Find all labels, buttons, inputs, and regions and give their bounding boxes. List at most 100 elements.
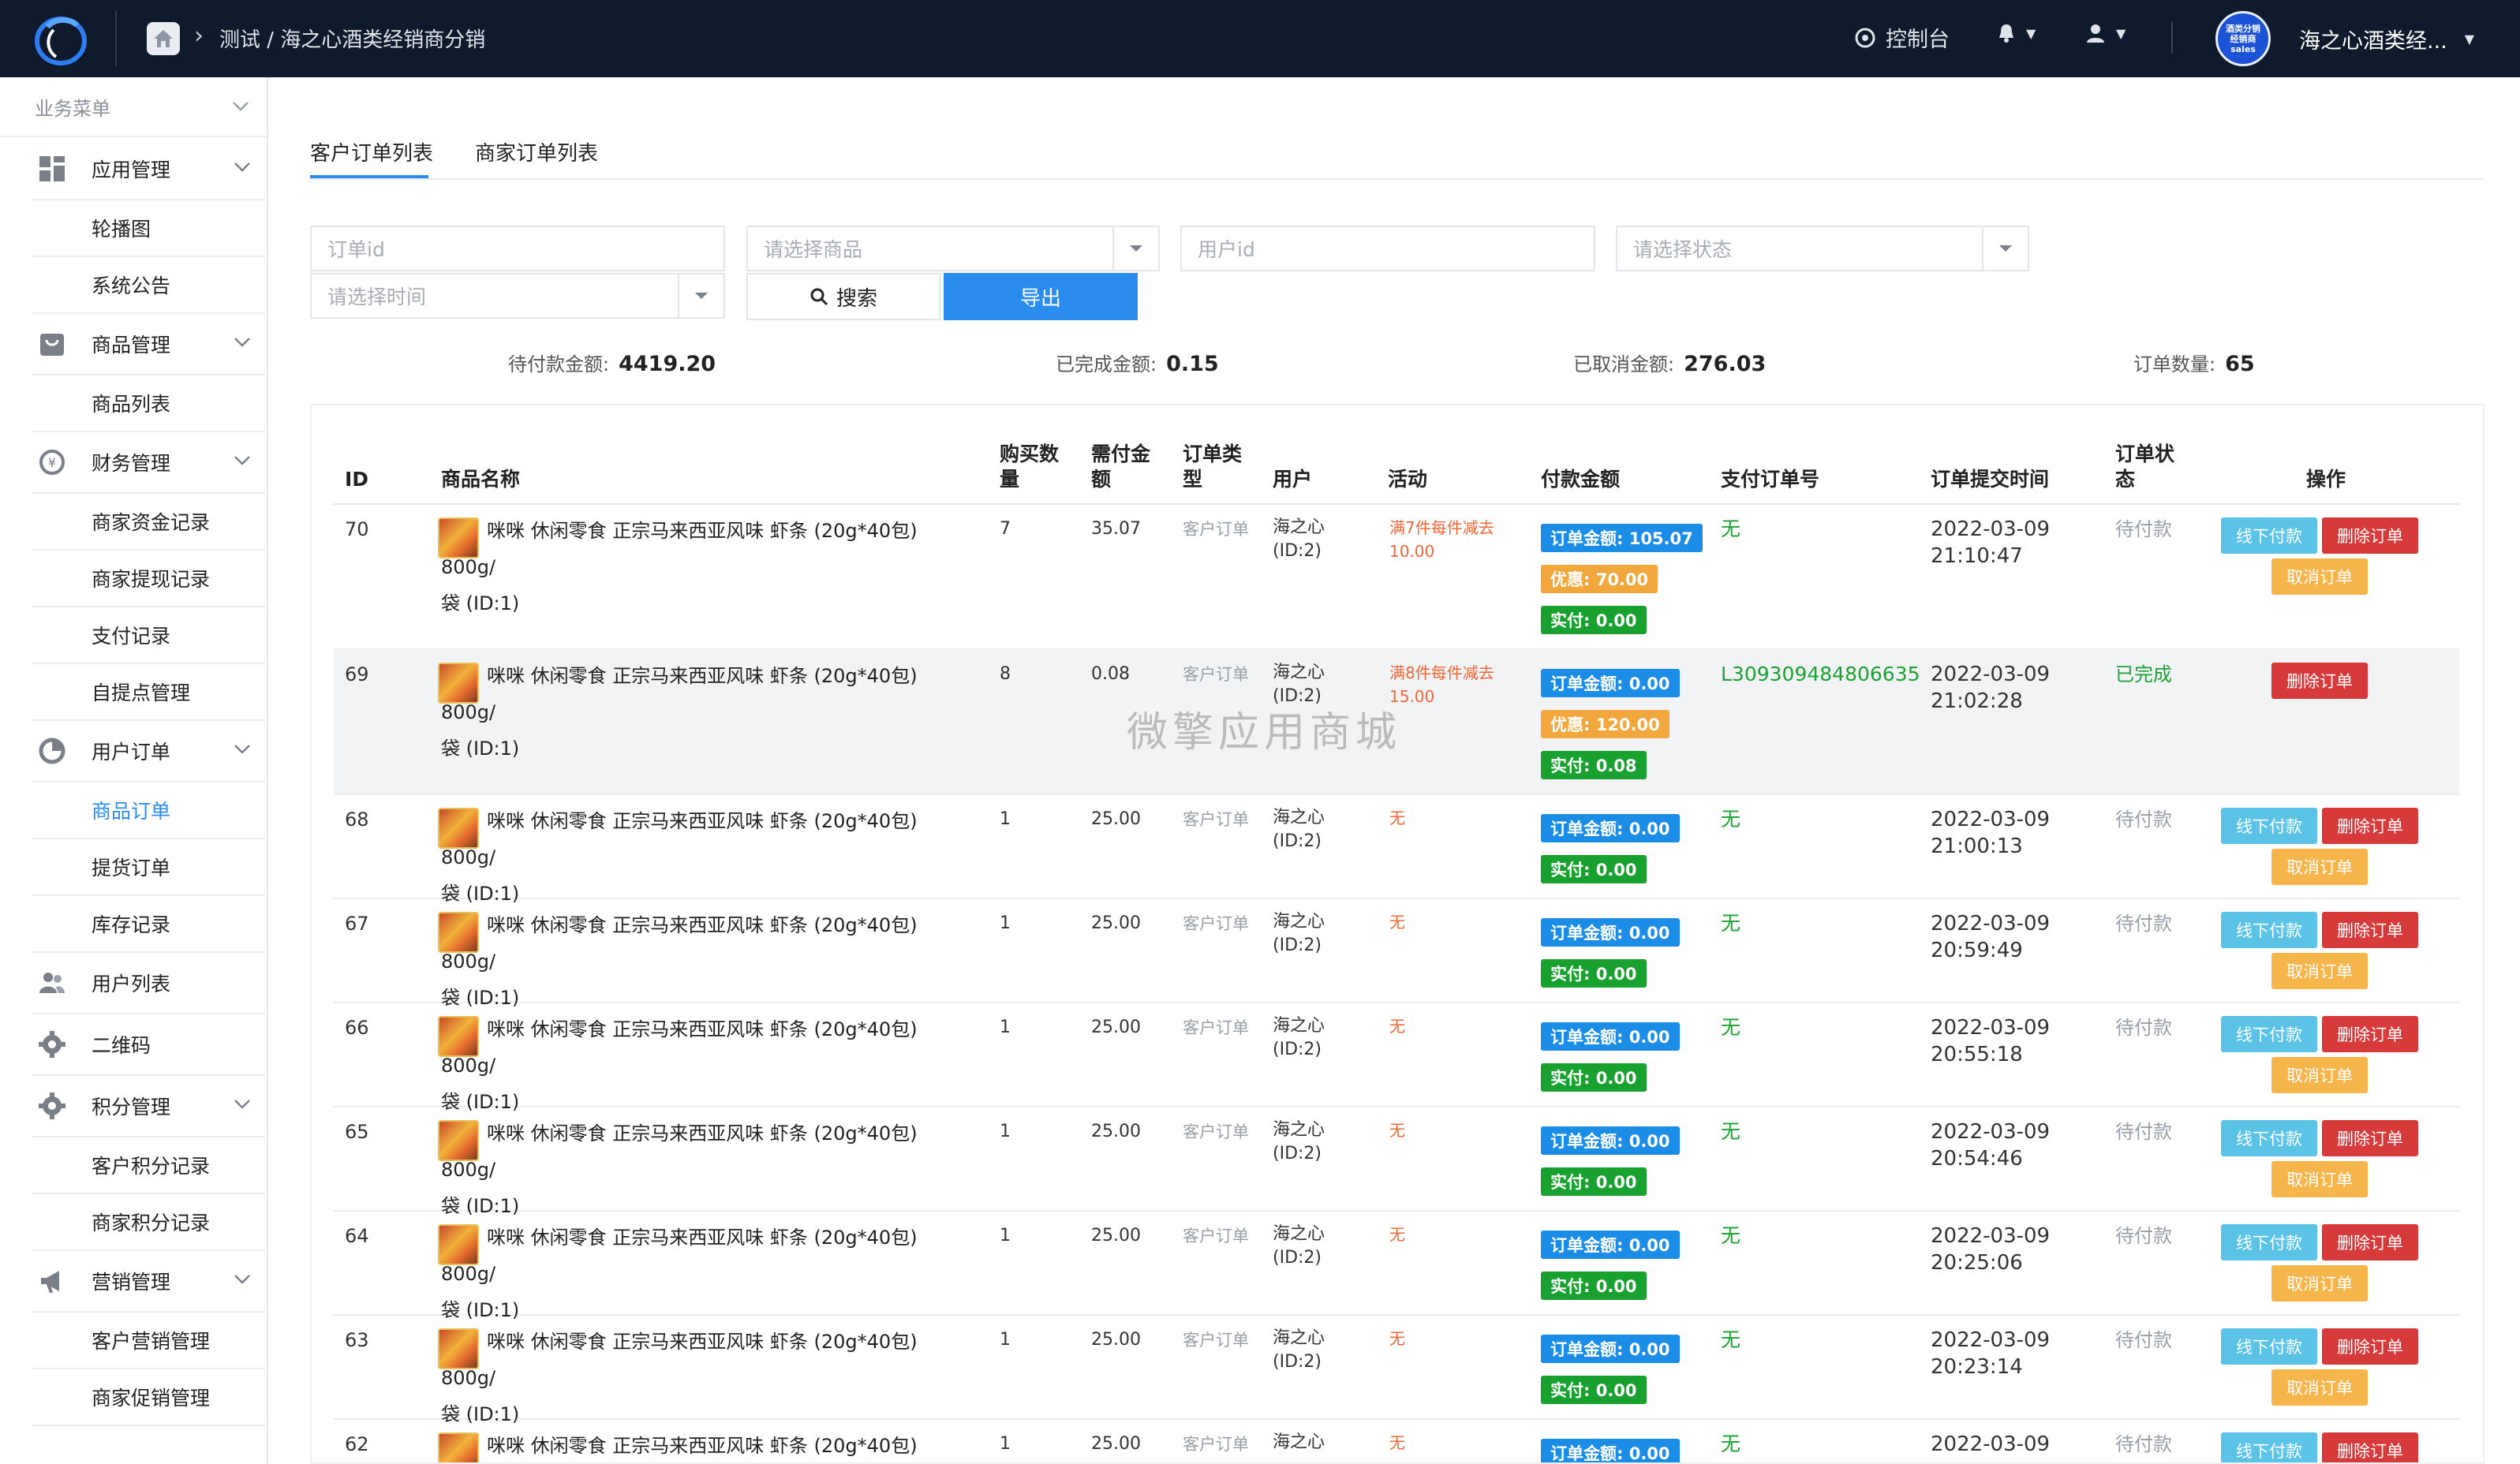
sidebar-item[interactable]: 商品列表 [32, 375, 265, 432]
cell-id: 63 [345, 1329, 369, 1351]
delete-order-button[interactable]: 删除订单 [2322, 1016, 2418, 1052]
sidebar-item[interactable]: 客户营销管理 [32, 1313, 265, 1369]
offline-pay-button[interactable]: 线下付款 [2221, 1224, 2317, 1260]
cell-need: 35.07 [1091, 519, 1141, 539]
chevron-down-icon [234, 1098, 251, 1113]
cancel-order-button[interactable]: 取消订单 [2271, 1161, 2368, 1197]
sidebar-item[interactable]: ¥ 财务管理 [32, 432, 265, 494]
sidebar-item[interactable]: 应用管理 [32, 139, 265, 200]
delete-order-button[interactable]: 删除订单 [2322, 1328, 2418, 1365]
sidebar-item[interactable]: 自提点管理 [32, 664, 265, 721]
sidebar-item-label: 自提点管理 [92, 682, 191, 704]
status-select[interactable]: 请选择状态 [1616, 226, 2029, 271]
cancel-order-button[interactable]: 取消订单 [2271, 1265, 2368, 1302]
sidebar-item-label: 客户营销管理 [92, 1330, 211, 1353]
cancel-order-button[interactable]: 取消订单 [2271, 849, 2368, 885]
offline-pay-button[interactable]: 线下付款 [2221, 1432, 2317, 1462]
sidebar-item[interactable]: 商家积分记录 [32, 1194, 265, 1251]
delete-order-button[interactable]: 删除订单 [2322, 808, 2418, 844]
product-name[interactable]: 咪咪 休闲零食 正宗马来西亚风味 虾条 (20g*40包) 800g/袋 (ID… [441, 658, 978, 767]
cell-payment-no: 无 [1721, 1224, 1741, 1247]
sidebar-item-label: 营销管理 [92, 1271, 171, 1294]
cancel-order-button[interactable]: 取消订单 [2271, 1369, 2368, 1406]
product-name[interactable]: 咪咪 休闲零食 正宗马来西亚风味 虾条 (20g*40包) 800g/袋 (ID… [441, 1428, 978, 1462]
offline-pay-button[interactable]: 线下付款 [2221, 1328, 2317, 1365]
offline-pay-button[interactable]: 线下付款 [2221, 1016, 2317, 1052]
sidebar-item[interactable]: 支付记录 [32, 607, 265, 664]
product-select[interactable]: 请选择商品 [746, 226, 1160, 271]
cancel-order-button[interactable]: 取消订单 [2271, 1057, 2368, 1093]
tab-merchant-orders[interactable]: 商家订单列表 [475, 137, 598, 166]
cell-user: 海之心 (ID:2) [1273, 1014, 1325, 1062]
caret-down-icon[interactable] [1112, 227, 1158, 270]
product-name[interactable]: 咪咪 休闲零食 正宗马来西亚风味 虾条 (20g*40包) 800g/袋 (ID… [441, 1011, 978, 1120]
caret-down-icon[interactable] [1982, 227, 2028, 270]
product-name[interactable]: 咪咪 休闲零食 正宗马来西亚风味 虾条 (20g*40包) 800g/袋 (ID… [441, 1219, 978, 1328]
product-name-text: 咪咪 休闲零食 正宗马来西亚风味 虾条 (20g*40包) 800g/ [441, 1227, 918, 1285]
sidebar-item[interactable]: 提货订单 [32, 839, 265, 896]
product-name[interactable]: 咪咪 休闲零食 正宗马来西亚风味 虾条 (20g*40包) 800g/袋 (ID… [441, 803, 978, 912]
cancel-order-button[interactable]: 取消订单 [2271, 953, 2368, 989]
sidebar-item[interactable]: 客户积分记录 [32, 1137, 265, 1194]
tab-customer-orders[interactable]: 客户订单列表 [310, 137, 433, 166]
app-logo-icon[interactable] [30, 11, 92, 68]
sidebar-item[interactable]: 轮播图 [32, 200, 265, 257]
sidebar-item[interactable]: 积分管理 [32, 1076, 265, 1137]
user-id: (ID:2) [1273, 1144, 1322, 1163]
product-name[interactable]: 咪咪 休闲零食 正宗马来西亚风味 虾条 (20g*40包) 800g/袋 (ID… [441, 513, 978, 622]
activity-text: 无 [1389, 1225, 1405, 1244]
delete-order-button[interactable]: 删除订单 [2322, 1120, 2418, 1156]
sidebar-item[interactable]: 商品管理 [32, 314, 265, 375]
activity-text: 10.00 [1389, 542, 1435, 561]
product-name[interactable]: 咪咪 休闲零食 正宗马来西亚风味 虾条 (20g*40包) 800g/袋 (ID… [441, 1324, 978, 1432]
cancel-order-button[interactable]: 取消订单 [2271, 558, 2368, 595]
offline-pay-button[interactable]: 线下付款 [2221, 912, 2317, 948]
delete-order-button[interactable]: 删除订单 [2271, 663, 2368, 699]
offline-pay-button[interactable]: 线下付款 [2221, 808, 2317, 844]
cell-submit-time: 2022-03-09 21:02:28 [1931, 661, 2050, 715]
col-header-time: 订单提交时间 [1931, 468, 2050, 491]
account-dropdown[interactable]: 海之心酒类经... ▼ [2299, 24, 2474, 54]
time-select[interactable]: 请选择时间 [310, 273, 725, 319]
pie-icon [36, 735, 68, 767]
console-link[interactable]: 控制台 [1854, 22, 1950, 53]
sidebar-header[interactable]: 业务菜单 [0, 77, 267, 137]
search-button[interactable]: 搜索 [746, 273, 940, 320]
delete-order-button[interactable]: 删除订单 [2322, 1224, 2418, 1260]
sidebar-item[interactable]: 商家资金记录 [32, 494, 265, 551]
order-id-input[interactable]: 订单id [310, 226, 725, 271]
chevron-down-icon [233, 102, 249, 111]
sidebar-item[interactable]: 商家提现记录 [32, 551, 265, 607]
sidebar-item[interactable]: 库存记录 [32, 896, 265, 953]
submit-clock: 20:55:18 [1931, 1043, 2023, 1066]
user-menu-dropdown[interactable]: ▼ [2084, 22, 2126, 44]
product-select-placeholder: 请选择商品 [764, 238, 863, 261]
product-name[interactable]: 咪咪 休闲零食 正宗马来西亚风味 虾条 (20g*40包) 800g/袋 (ID… [441, 907, 978, 1016]
sidebar-item[interactable]: 用户列表 [32, 953, 265, 1014]
product-name-text: 咪咪 休闲零食 正宗马来西亚风味 虾条 (20g*40包) 800g/ [441, 810, 918, 868]
home-icon[interactable] [147, 22, 180, 55]
sidebar-item[interactable]: 系统公告 [32, 257, 265, 314]
delete-order-button[interactable]: 删除订单 [2322, 517, 2418, 554]
paid-badge: 实付: 0.08 [1541, 751, 1647, 779]
sidebar-item[interactable]: 营销管理 [32, 1251, 265, 1313]
caret-down-icon[interactable] [678, 274, 723, 317]
order-amount-badge: 订单金额: 0.00 [1541, 1439, 1680, 1462]
product-name[interactable]: 咪咪 休闲零食 正宗马来西亚风味 虾条 (20g*40包) 800g/袋 (ID… [441, 1115, 978, 1224]
sidebar-item[interactable]: 二维码 [32, 1014, 265, 1076]
notification-dropdown[interactable]: ▼ [1996, 22, 2036, 44]
sidebar-item[interactable]: 商家促销管理 [32, 1369, 265, 1426]
order-amount-badge: 订单金额: 0.00 [1541, 918, 1680, 947]
sidebar-item[interactable]: 用户订单 [32, 721, 265, 782]
avatar[interactable]: 酒类分销 经销商 sales [2215, 11, 2271, 66]
delete-order-button[interactable]: 删除订单 [2322, 1432, 2418, 1462]
sidebar-item[interactable]: 商品订单 [32, 782, 265, 839]
chevron-down-icon [234, 1273, 251, 1288]
offline-pay-button[interactable]: 线下付款 [2221, 1120, 2317, 1156]
paid-badge: 实付: 0.00 [1541, 855, 1647, 883]
delete-order-button[interactable]: 删除订单 [2322, 912, 2418, 948]
user-id-input[interactable]: 用户id [1180, 226, 1595, 271]
offline-pay-button[interactable]: 线下付款 [2221, 517, 2317, 554]
breadcrumb[interactable]: 测试 / 海之心酒类经销商分销 [219, 24, 485, 53]
export-button[interactable]: 导出 [944, 273, 1138, 320]
